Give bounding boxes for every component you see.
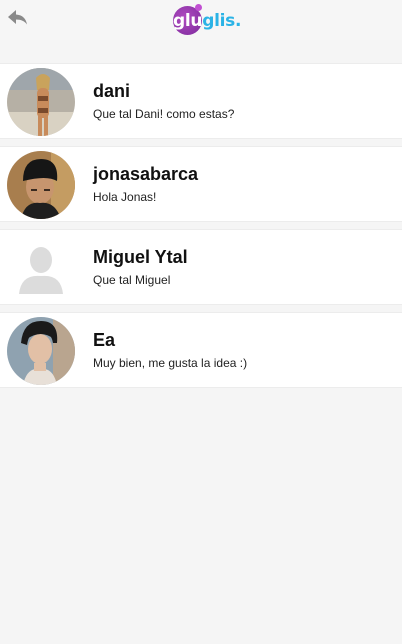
default-user-icon xyxy=(7,234,75,302)
avatar xyxy=(7,151,75,219)
logo-text: gluglis. xyxy=(173,11,242,31)
contact-name: dani xyxy=(93,81,131,101)
avatar-photo-portrait xyxy=(7,317,75,385)
conversation-item[interactable]: dani Que tal Dani! como estas? xyxy=(0,63,402,139)
contact-name: Ea xyxy=(93,330,116,350)
last-message: Que tal Miguel xyxy=(93,273,171,287)
top-bar: gluglis. xyxy=(0,0,402,40)
avatar xyxy=(7,317,75,385)
contact-name: Miguel Ytal xyxy=(93,247,188,267)
back-button[interactable] xyxy=(6,7,30,27)
conversation-list: dani Que tal Dani! como estas? jonasabar… xyxy=(0,63,402,395)
conversation-item[interactable]: Ea Muy bien, me gusta la idea :) xyxy=(0,312,402,388)
back-arrow-icon xyxy=(8,10,27,25)
avatar-photo-beanie xyxy=(7,151,75,219)
logo-drop xyxy=(195,4,202,11)
conversation-item[interactable]: Miguel Ytal Que tal Miguel xyxy=(0,229,402,305)
last-message: Muy bien, me gusta la idea :) xyxy=(93,356,248,370)
avatar-photo-beach xyxy=(7,68,75,136)
avatar xyxy=(7,234,75,302)
last-message: Hola Jonas! xyxy=(93,190,157,204)
avatar xyxy=(7,68,75,136)
conversation-item[interactable]: jonasabarca Hola Jonas! xyxy=(0,146,402,222)
gluglis-logo: gluglis. xyxy=(170,3,242,37)
last-message: Que tal Dani! como estas? xyxy=(93,107,235,121)
contact-name: jonasabarca xyxy=(93,164,199,184)
